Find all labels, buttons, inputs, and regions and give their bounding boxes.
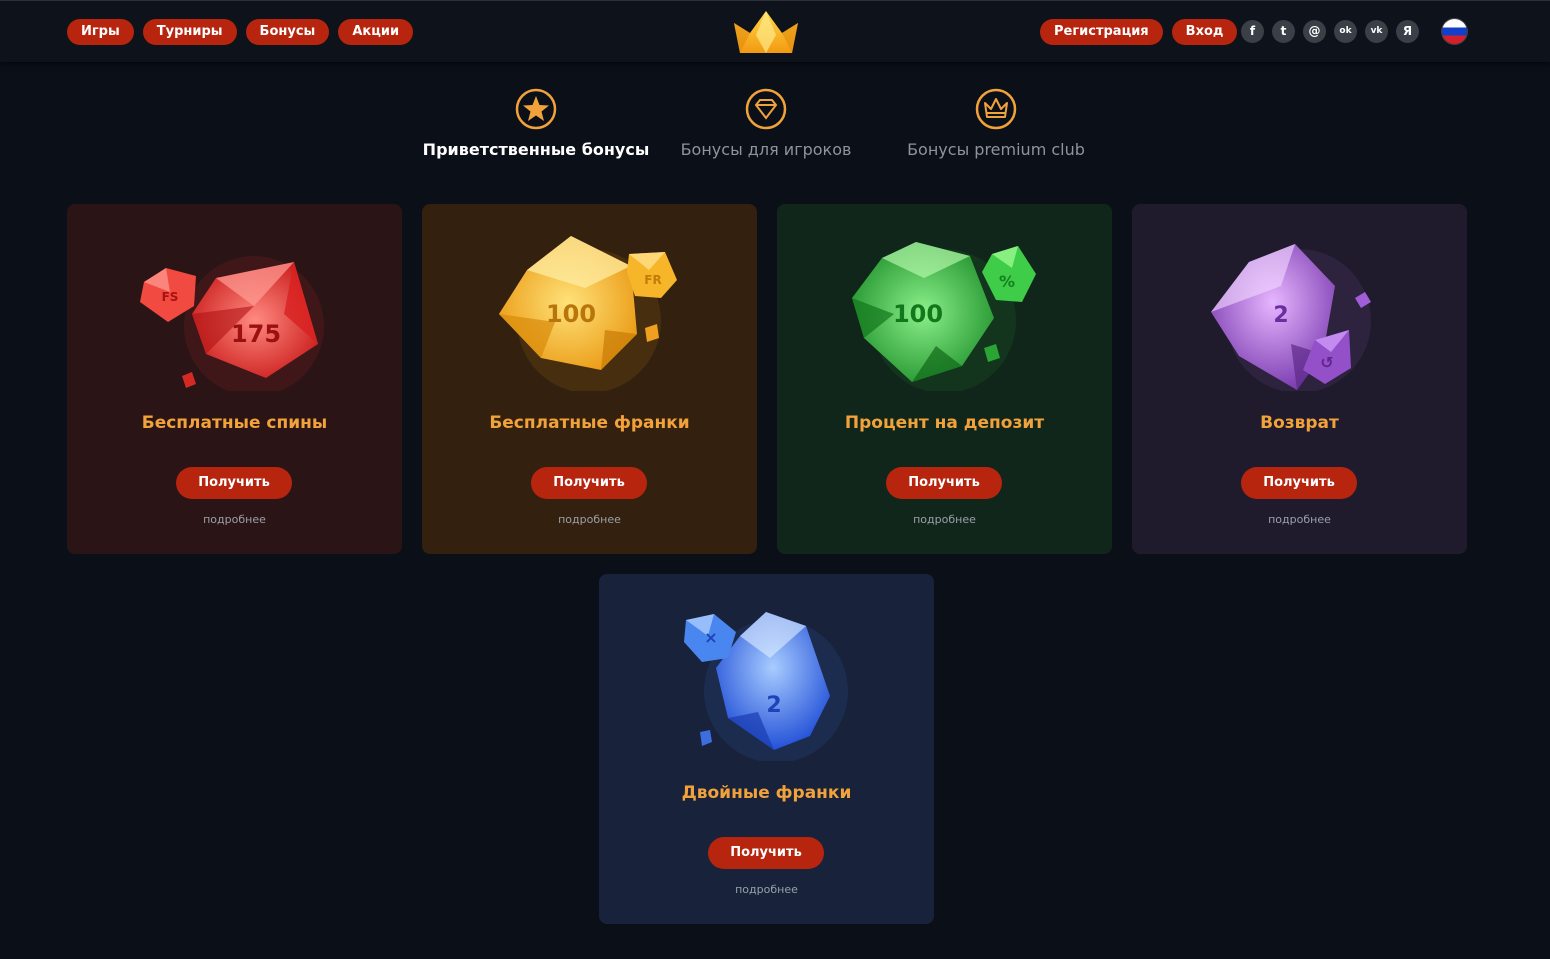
tab-premium-club[interactable]: Бонусы premium club — [876, 88, 1116, 159]
nav-item-tournaments[interactable]: Турниры — [142, 19, 237, 45]
gold-gem-icon: 100 FR — [499, 236, 677, 391]
get-bonus-button[interactable]: Получить — [1241, 467, 1357, 499]
get-bonus-button[interactable]: Получить — [531, 467, 647, 499]
star-icon — [515, 88, 557, 130]
nav-item-bonuses[interactable]: Бонусы — [245, 19, 330, 45]
card-title: Возврат — [1260, 413, 1339, 433]
details-link[interactable]: подробнее — [422, 513, 757, 526]
tab-label: Бонусы для игроков — [680, 140, 852, 159]
yandex-icon[interactable]: Я — [1396, 20, 1419, 43]
vk-icon[interactable]: vk — [1365, 20, 1388, 43]
social-links: f t @ ok vk Я — [1241, 20, 1419, 43]
crown-logo-icon[interactable] — [732, 9, 800, 55]
bonus-card-deposit-percent: 100 % Процент на депозит Получить подроб… — [777, 204, 1112, 554]
tab-welcome-bonuses[interactable]: Приветственные бонусы — [416, 88, 656, 159]
get-bonus-button[interactable]: Получить — [176, 467, 292, 499]
odnoklassniki-icon[interactable]: ok — [1334, 20, 1357, 43]
blue-gem-icon: 2 × — [684, 612, 848, 761]
tab-player-bonuses[interactable]: Бонусы для игроков — [646, 88, 886, 159]
details-link[interactable]: подробнее — [777, 513, 1112, 526]
details-link[interactable]: подробнее — [599, 883, 934, 896]
register-button[interactable]: Регистрация — [1040, 19, 1163, 45]
green-gem-icon: 100 % — [852, 242, 1036, 391]
card-title: Бесплатные франки — [489, 413, 690, 433]
details-link[interactable]: подробнее — [67, 513, 402, 526]
gem-value: 2 — [1273, 303, 1288, 328]
gem-value: 175 — [231, 320, 281, 348]
gem-badge: × — [704, 628, 717, 647]
nav-item-promotions[interactable]: Акции — [338, 19, 414, 45]
tab-label: Бонусы premium club — [907, 140, 1085, 159]
bonus-card-free-francs: 100 FR Бесплатные франки Получить подроб… — [422, 204, 757, 554]
get-bonus-button[interactable]: Получить — [708, 837, 824, 869]
gem-badge: % — [999, 272, 1015, 291]
get-bonus-button[interactable]: Получить — [886, 467, 1002, 499]
gem-badge: FR — [644, 273, 661, 287]
card-title: Процент на депозит — [844, 413, 1045, 433]
auth-nav: Регистрация Вход — [1040, 19, 1238, 45]
bonus-card-cashback: 2 ↺ Возврат Получить подробнее — [1132, 204, 1467, 554]
details-link[interactable]: подробнее — [1132, 513, 1467, 526]
top-header: Игры Турниры Бонусы Акции Регистрация Вх… — [0, 0, 1550, 62]
main-nav: Игры Турниры Бонусы Акции — [67, 19, 414, 45]
purple-gem-icon: 2 ↺ — [1211, 244, 1371, 391]
gem-value: 2 — [766, 693, 781, 718]
gem-badge: ↺ — [1320, 353, 1333, 372]
diamond-icon — [745, 88, 787, 130]
mail-icon[interactable]: @ — [1303, 20, 1326, 43]
card-title: Двойные франки — [681, 783, 852, 803]
facebook-icon[interactable]: f — [1241, 20, 1264, 43]
tab-label: Приветственные бонусы — [422, 140, 650, 159]
login-button[interactable]: Вход — [1171, 19, 1238, 45]
gem-value: 100 — [546, 300, 596, 328]
nav-item-games[interactable]: Игры — [67, 19, 134, 45]
bonus-card-double-francs: 2 × Двойные франки Получить подробнее — [599, 574, 934, 924]
crown-icon — [975, 88, 1017, 130]
bonus-card-free-spins: 175 FS Бесплатные спины Получить подробн… — [67, 204, 402, 554]
gem-badge: FS — [162, 290, 179, 304]
card-title: Бесплатные спины — [141, 413, 328, 433]
russia-flag-icon[interactable] — [1442, 19, 1467, 44]
red-gem-icon: 175 FS — [140, 256, 324, 391]
twitter-icon[interactable]: t — [1272, 20, 1295, 43]
gem-value: 100 — [893, 300, 943, 328]
